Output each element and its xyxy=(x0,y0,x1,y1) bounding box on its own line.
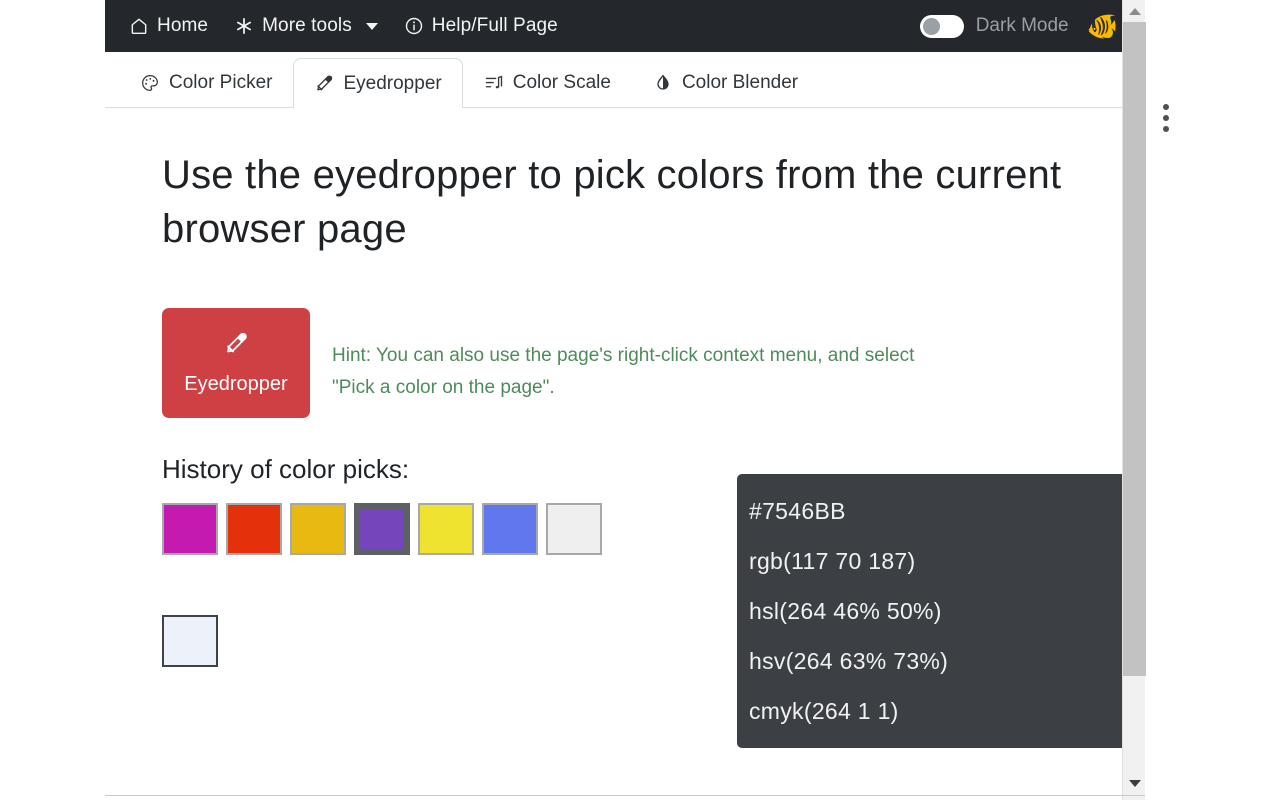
value-rgb: rgb(117 70 187) xyxy=(749,547,916,574)
tab-color-scale[interactable]: Color Scale xyxy=(463,58,632,107)
history-swatch[interactable] xyxy=(290,503,346,555)
dark-mode-toggle[interactable]: Dark Mode xyxy=(919,14,1069,38)
info-circle-icon xyxy=(404,16,424,36)
scale-list-icon xyxy=(484,73,504,93)
tab-color-picker-label: Color Picker xyxy=(169,72,273,93)
current-color-swatch[interactable] xyxy=(162,615,218,667)
history-swatch[interactable] xyxy=(418,503,474,555)
scroll-up-arrow-icon[interactable] xyxy=(1123,0,1146,22)
nav-item-more-tools-label: More tools xyxy=(262,15,352,36)
top-navbar: Home More tools Help/Full Page Dark Mode… xyxy=(105,0,1145,52)
toggle-knob xyxy=(922,17,940,35)
value-cmyk: cmyk(264 1 1) xyxy=(749,697,899,724)
color-values-panel: #7546BB rgb(117 70 187) hsl(264 46% 50%)… xyxy=(737,474,1145,748)
eyedropper-action-row: Eyedropper Hint: You can also use the pa… xyxy=(162,308,1145,418)
nav-item-home-label: Home xyxy=(157,15,209,36)
clownfish-logo-icon: 🐠 xyxy=(1086,11,1119,41)
vertical-dots-icon[interactable] xyxy=(1158,104,1174,132)
nav-item-help-full-page[interactable]: Help/Full Page xyxy=(404,15,558,37)
value-hsv: hsv(264 63% 73%) xyxy=(749,647,949,674)
dark-mode-label: Dark Mode xyxy=(975,15,1069,36)
home-icon xyxy=(129,16,149,36)
hint-text: Hint: You can also use the page's right-… xyxy=(332,345,915,398)
value-hsl: hsl(264 46% 50%) xyxy=(749,597,942,624)
vertical-scrollbar[interactable] xyxy=(1122,0,1146,800)
bottom-divider xyxy=(105,795,1145,796)
tab-color-scale-label: Color Scale xyxy=(512,72,611,93)
history-swatch[interactable] xyxy=(482,503,538,555)
palette-icon xyxy=(140,73,160,93)
scroll-down-arrow-icon[interactable] xyxy=(1123,772,1146,794)
value-row-cmyk[interactable]: cmyk(264 1 1) xyxy=(737,686,1145,736)
asterisk-icon xyxy=(234,16,254,36)
tab-color-blender-label: Color Blender xyxy=(681,72,799,93)
nav-item-home[interactable]: Home xyxy=(129,15,208,37)
tab-color-blender[interactable]: Color Blender xyxy=(632,58,819,107)
nav-item-help-label: Help/Full Page xyxy=(431,15,558,36)
value-row-rgb[interactable]: rgb(117 70 187) xyxy=(737,536,1145,586)
chevron-down-icon xyxy=(365,22,378,30)
history-swatch[interactable] xyxy=(546,503,602,555)
tab-bar: Color Picker Eyedropper Color Scale Colo… xyxy=(105,52,1145,108)
screen-root: Home More tools Help/Full Page Dark Mode… xyxy=(0,0,1280,800)
extension-page: Home More tools Help/Full Page Dark Mode… xyxy=(105,0,1145,800)
tab-eyedropper[interactable]: Eyedropper xyxy=(293,58,463,108)
value-row-hsl[interactable]: hsl(264 46% 50%) xyxy=(737,586,1145,636)
eyedropper-button[interactable]: Eyedropper xyxy=(162,308,310,418)
history-swatch-selected[interactable] xyxy=(354,503,410,555)
history-swatch[interactable] xyxy=(162,503,218,555)
scrollbar-thumb[interactable] xyxy=(1123,22,1146,676)
navbar-right-group: Dark Mode 🐠 xyxy=(919,0,1119,52)
value-row-hsv[interactable]: hsv(264 63% 73%) xyxy=(737,636,1145,686)
eyedropper-button-icon xyxy=(223,331,249,363)
eyedropper-icon xyxy=(314,74,334,94)
nav-item-more-tools[interactable]: More tools xyxy=(234,15,378,37)
page-title: Use the eyedropper to pick colors from t… xyxy=(162,153,1062,251)
value-row-hex[interactable]: #7546BB xyxy=(737,486,1145,536)
eyedropper-button-label: Eyedropper xyxy=(184,372,288,395)
tab-eyedropper-label: Eyedropper xyxy=(343,72,442,94)
tab-color-picker[interactable]: Color Picker xyxy=(119,58,293,107)
history-swatch[interactable] xyxy=(226,503,282,555)
value-hex: #7546BB xyxy=(749,497,846,524)
droplet-icon xyxy=(653,73,673,93)
toggle-track[interactable] xyxy=(919,14,964,38)
